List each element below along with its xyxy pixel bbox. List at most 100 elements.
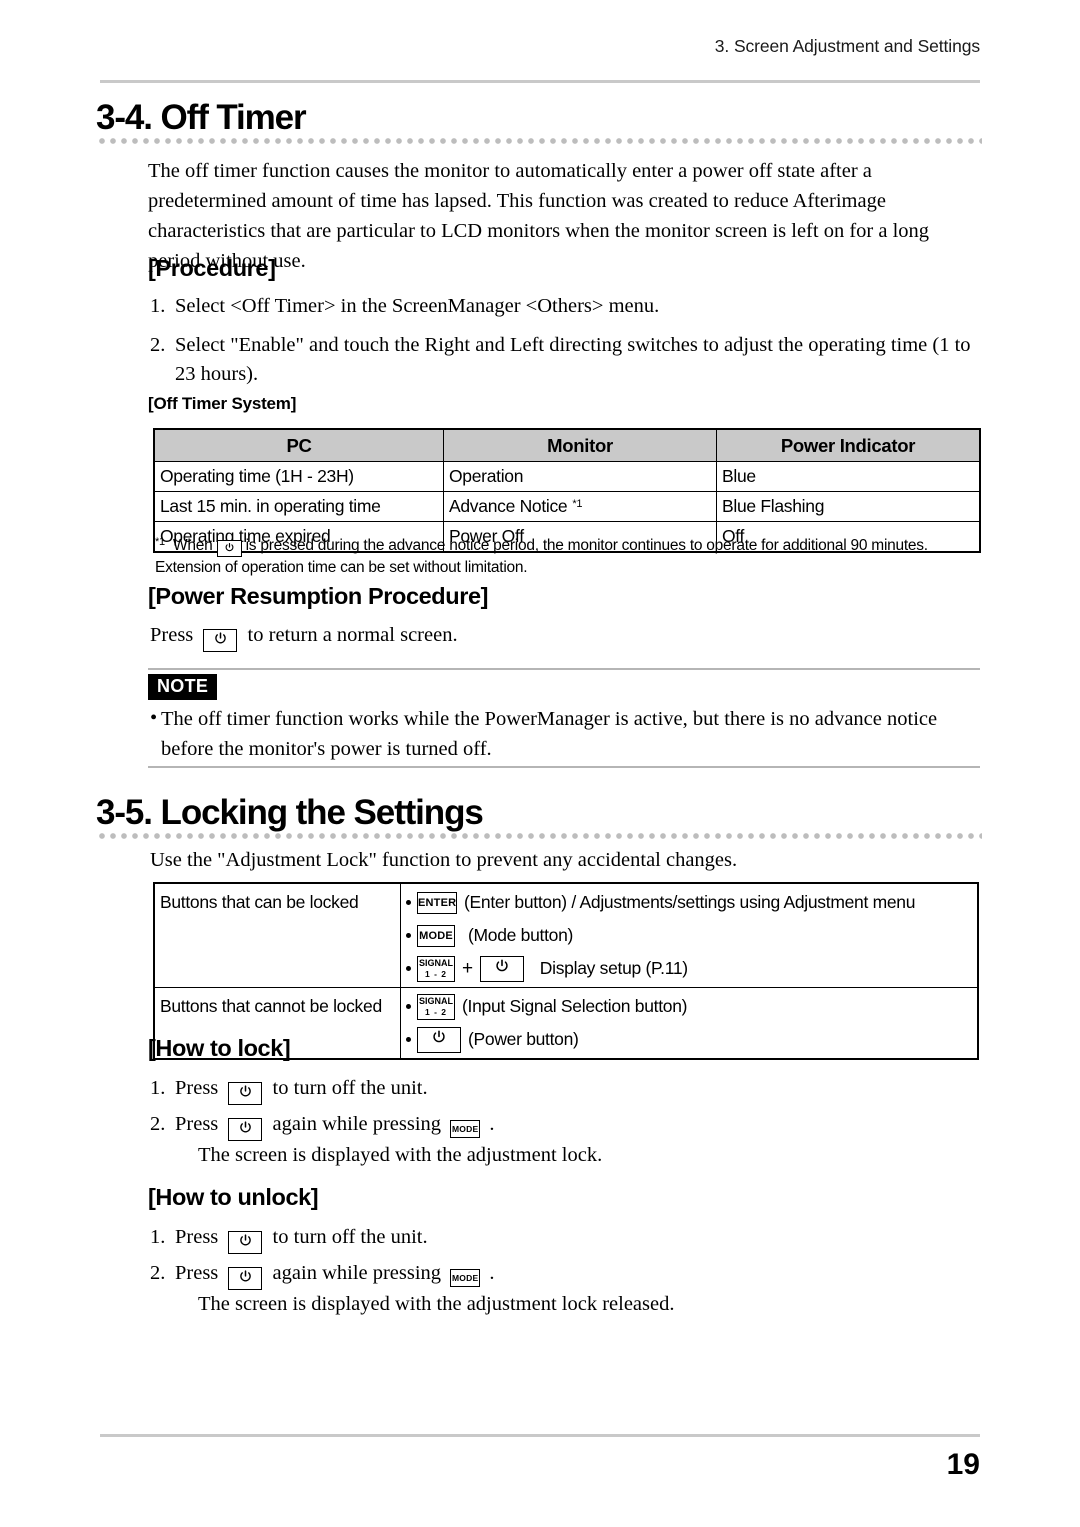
enter-button-icon: ENTER bbox=[417, 891, 457, 914]
bullet-icon bbox=[406, 1004, 411, 1009]
off-timer-system-caption: [Off Timer System] bbox=[148, 394, 297, 413]
step-number: 2. bbox=[150, 1262, 166, 1284]
how-to-unlock-heading: [How to unlock] bbox=[148, 1184, 319, 1210]
power-resumption-heading: [Power Resumption Procedure] bbox=[148, 583, 489, 609]
power-button-icon bbox=[203, 629, 238, 652]
step-number: 1. bbox=[150, 1226, 166, 1248]
lock-item-label: (Mode button) bbox=[468, 925, 574, 945]
step-content: Press to turn off the unit. bbox=[175, 1074, 950, 1105]
step-text: Select <Off Timer> in the ScreenManager … bbox=[175, 295, 660, 317]
how-to-unlock-step-2: 2. Press again while pressing MODE . The… bbox=[150, 1259, 950, 1319]
plus-sign: + bbox=[462, 957, 473, 979]
note-text: The off timer function works while the P… bbox=[161, 708, 938, 760]
header-rule bbox=[100, 80, 980, 83]
mode-button-icon: MODE bbox=[450, 1269, 481, 1287]
lock-item-signal: SIGNAL 1 - 2 (Input Signal Selection but… bbox=[406, 990, 972, 1023]
power-button-icon bbox=[228, 1082, 263, 1105]
signal-button-icon: SIGNAL 1 - 2 bbox=[417, 955, 455, 982]
step-text-middle: again while pressing bbox=[272, 1113, 442, 1135]
running-header: 3. Screen Adjustment and Settings bbox=[714, 36, 980, 56]
step-text: Select "Enable" and touch the Right and … bbox=[175, 334, 971, 385]
step-extra-text: The screen is displayed with the adjustm… bbox=[198, 1144, 603, 1166]
resumption-text-before: Press bbox=[150, 624, 194, 646]
step-text-after: . bbox=[489, 1262, 495, 1284]
off-timer-footnote: *1 When is pressed during the advance no… bbox=[155, 531, 985, 579]
document-page: 3. Screen Adjustment and Settings 3-4. O… bbox=[0, 0, 1080, 1527]
step-content: Press again while pressing MODE . The sc… bbox=[175, 1259, 950, 1319]
cell-power-indicator: Blue bbox=[716, 461, 981, 492]
col-header-pc: PC bbox=[153, 428, 444, 462]
procedure-step-2: 2. Select "Enable" and touch the Right a… bbox=[150, 331, 986, 389]
lockable-buttons-table: Buttons that can be locked ENTER (Enter … bbox=[153, 882, 979, 1060]
signal-label-line1: SIGNAL bbox=[418, 957, 453, 968]
note-bullet-item: • The off timer function works while the… bbox=[150, 704, 988, 764]
signal-label-line2: 1 - 2 bbox=[424, 1006, 447, 1017]
table-header-row: PC Monitor Power Indicator bbox=[153, 428, 981, 462]
cell-pc: Last 15 min. in operating time bbox=[153, 491, 444, 522]
step-text-before: Press bbox=[175, 1226, 219, 1248]
section-title-locking: 3-5. Locking the Settings bbox=[96, 793, 484, 832]
footnote-text-after: is pressed during the advance notice per… bbox=[155, 537, 928, 576]
resumption-text-after: to return a normal screen. bbox=[247, 624, 458, 646]
lock-item-label: (Enter button) / Adjustments/settings us… bbox=[464, 892, 916, 912]
step-text-before: Press bbox=[175, 1077, 219, 1099]
power-resumption-line: Press to return a normal screen. bbox=[150, 620, 980, 652]
step-text-before: Press bbox=[175, 1262, 219, 1284]
note-top-rule bbox=[148, 668, 980, 670]
how-to-lock-heading: [How to lock] bbox=[148, 1035, 291, 1061]
power-button-icon bbox=[228, 1267, 263, 1290]
power-button-icon bbox=[479, 955, 524, 982]
lock-item-label: (Power button) bbox=[468, 1029, 579, 1049]
lock-item-label: Display setup (P.11) bbox=[539, 958, 688, 978]
power-button-icon bbox=[228, 1231, 263, 1254]
row-label-can-be-locked: Buttons that can be locked bbox=[153, 882, 401, 988]
step-number: 1. bbox=[150, 1077, 166, 1099]
footer-rule bbox=[100, 1434, 980, 1437]
table-row: Buttons that can be locked ENTER (Enter … bbox=[153, 882, 979, 988]
note-badge: NOTE bbox=[148, 674, 218, 700]
how-to-lock-step-1: 1. Press to turn off the unit. bbox=[150, 1074, 950, 1105]
bullet-icon bbox=[406, 1037, 411, 1042]
step-number: 2. bbox=[150, 334, 166, 356]
locking-intro-paragraph: Use the "Adjustment Lock" function to pr… bbox=[150, 849, 738, 871]
step-content: Press to turn off the unit. bbox=[175, 1223, 950, 1254]
note-bottom-rule bbox=[148, 766, 980, 768]
section-dot-rule-locking bbox=[98, 832, 982, 840]
footnote-text-before: When bbox=[172, 537, 213, 554]
bullet-icon bbox=[406, 966, 411, 971]
power-button-icon bbox=[417, 1026, 461, 1053]
step-content: Press again while pressing MODE . The sc… bbox=[175, 1110, 950, 1170]
col-header-monitor: Monitor bbox=[443, 428, 717, 462]
table-row: Last 15 min. in operating time Advance N… bbox=[153, 491, 981, 522]
row-items-cannot-be-locked: SIGNAL 1 - 2 (Input Signal Selection but… bbox=[400, 987, 979, 1060]
lock-item-signal-plus-power: SIGNAL 1 - 2 + Display setup (P.11) bbox=[406, 952, 972, 985]
bullet-mark: • bbox=[150, 707, 158, 729]
step-text-after: to turn off the unit. bbox=[272, 1226, 428, 1248]
row-items-can-be-locked: ENTER (Enter button) / Adjustments/setti… bbox=[400, 882, 979, 988]
section-title-off-timer: 3-4. Off Timer bbox=[96, 98, 307, 137]
step-text-before: Press bbox=[175, 1113, 219, 1135]
power-button-icon bbox=[228, 1118, 263, 1141]
step-number: 1. bbox=[150, 295, 166, 317]
lock-item-label: (Input Signal Selection button) bbox=[462, 996, 688, 1016]
section-dot-rule-off-timer bbox=[98, 137, 982, 145]
step-text-after: . bbox=[489, 1113, 495, 1135]
lock-item-enter: ENTER (Enter button) / Adjustments/setti… bbox=[406, 886, 972, 919]
step-text-after: to turn off the unit. bbox=[272, 1077, 428, 1099]
cell-monitor: Operation bbox=[443, 461, 717, 492]
lock-item-power: (Power button) bbox=[406, 1023, 972, 1056]
how-to-lock-step-2: 2. Press again while pressing MODE . The… bbox=[150, 1110, 950, 1170]
cell-pc: Operating time (1H - 23H) bbox=[153, 461, 444, 492]
power-button-icon bbox=[216, 540, 242, 557]
page-number: 19 bbox=[946, 1448, 980, 1481]
signal-label-line2: 1 - 2 bbox=[424, 968, 447, 979]
footnote-marker: *1 bbox=[572, 498, 583, 510]
lock-item-mode: MODE (Mode button) bbox=[406, 919, 972, 952]
procedure-heading: [Procedure] bbox=[148, 255, 276, 281]
signal-label-line1: SIGNAL bbox=[418, 995, 453, 1006]
step-text-middle: again while pressing bbox=[272, 1262, 442, 1284]
how-to-unlock-step-1: 1. Press to turn off the unit. bbox=[150, 1223, 950, 1254]
mode-button-icon: MODE bbox=[417, 924, 455, 947]
footnote-marker: *1 bbox=[155, 536, 165, 548]
bullet-icon bbox=[406, 900, 411, 905]
